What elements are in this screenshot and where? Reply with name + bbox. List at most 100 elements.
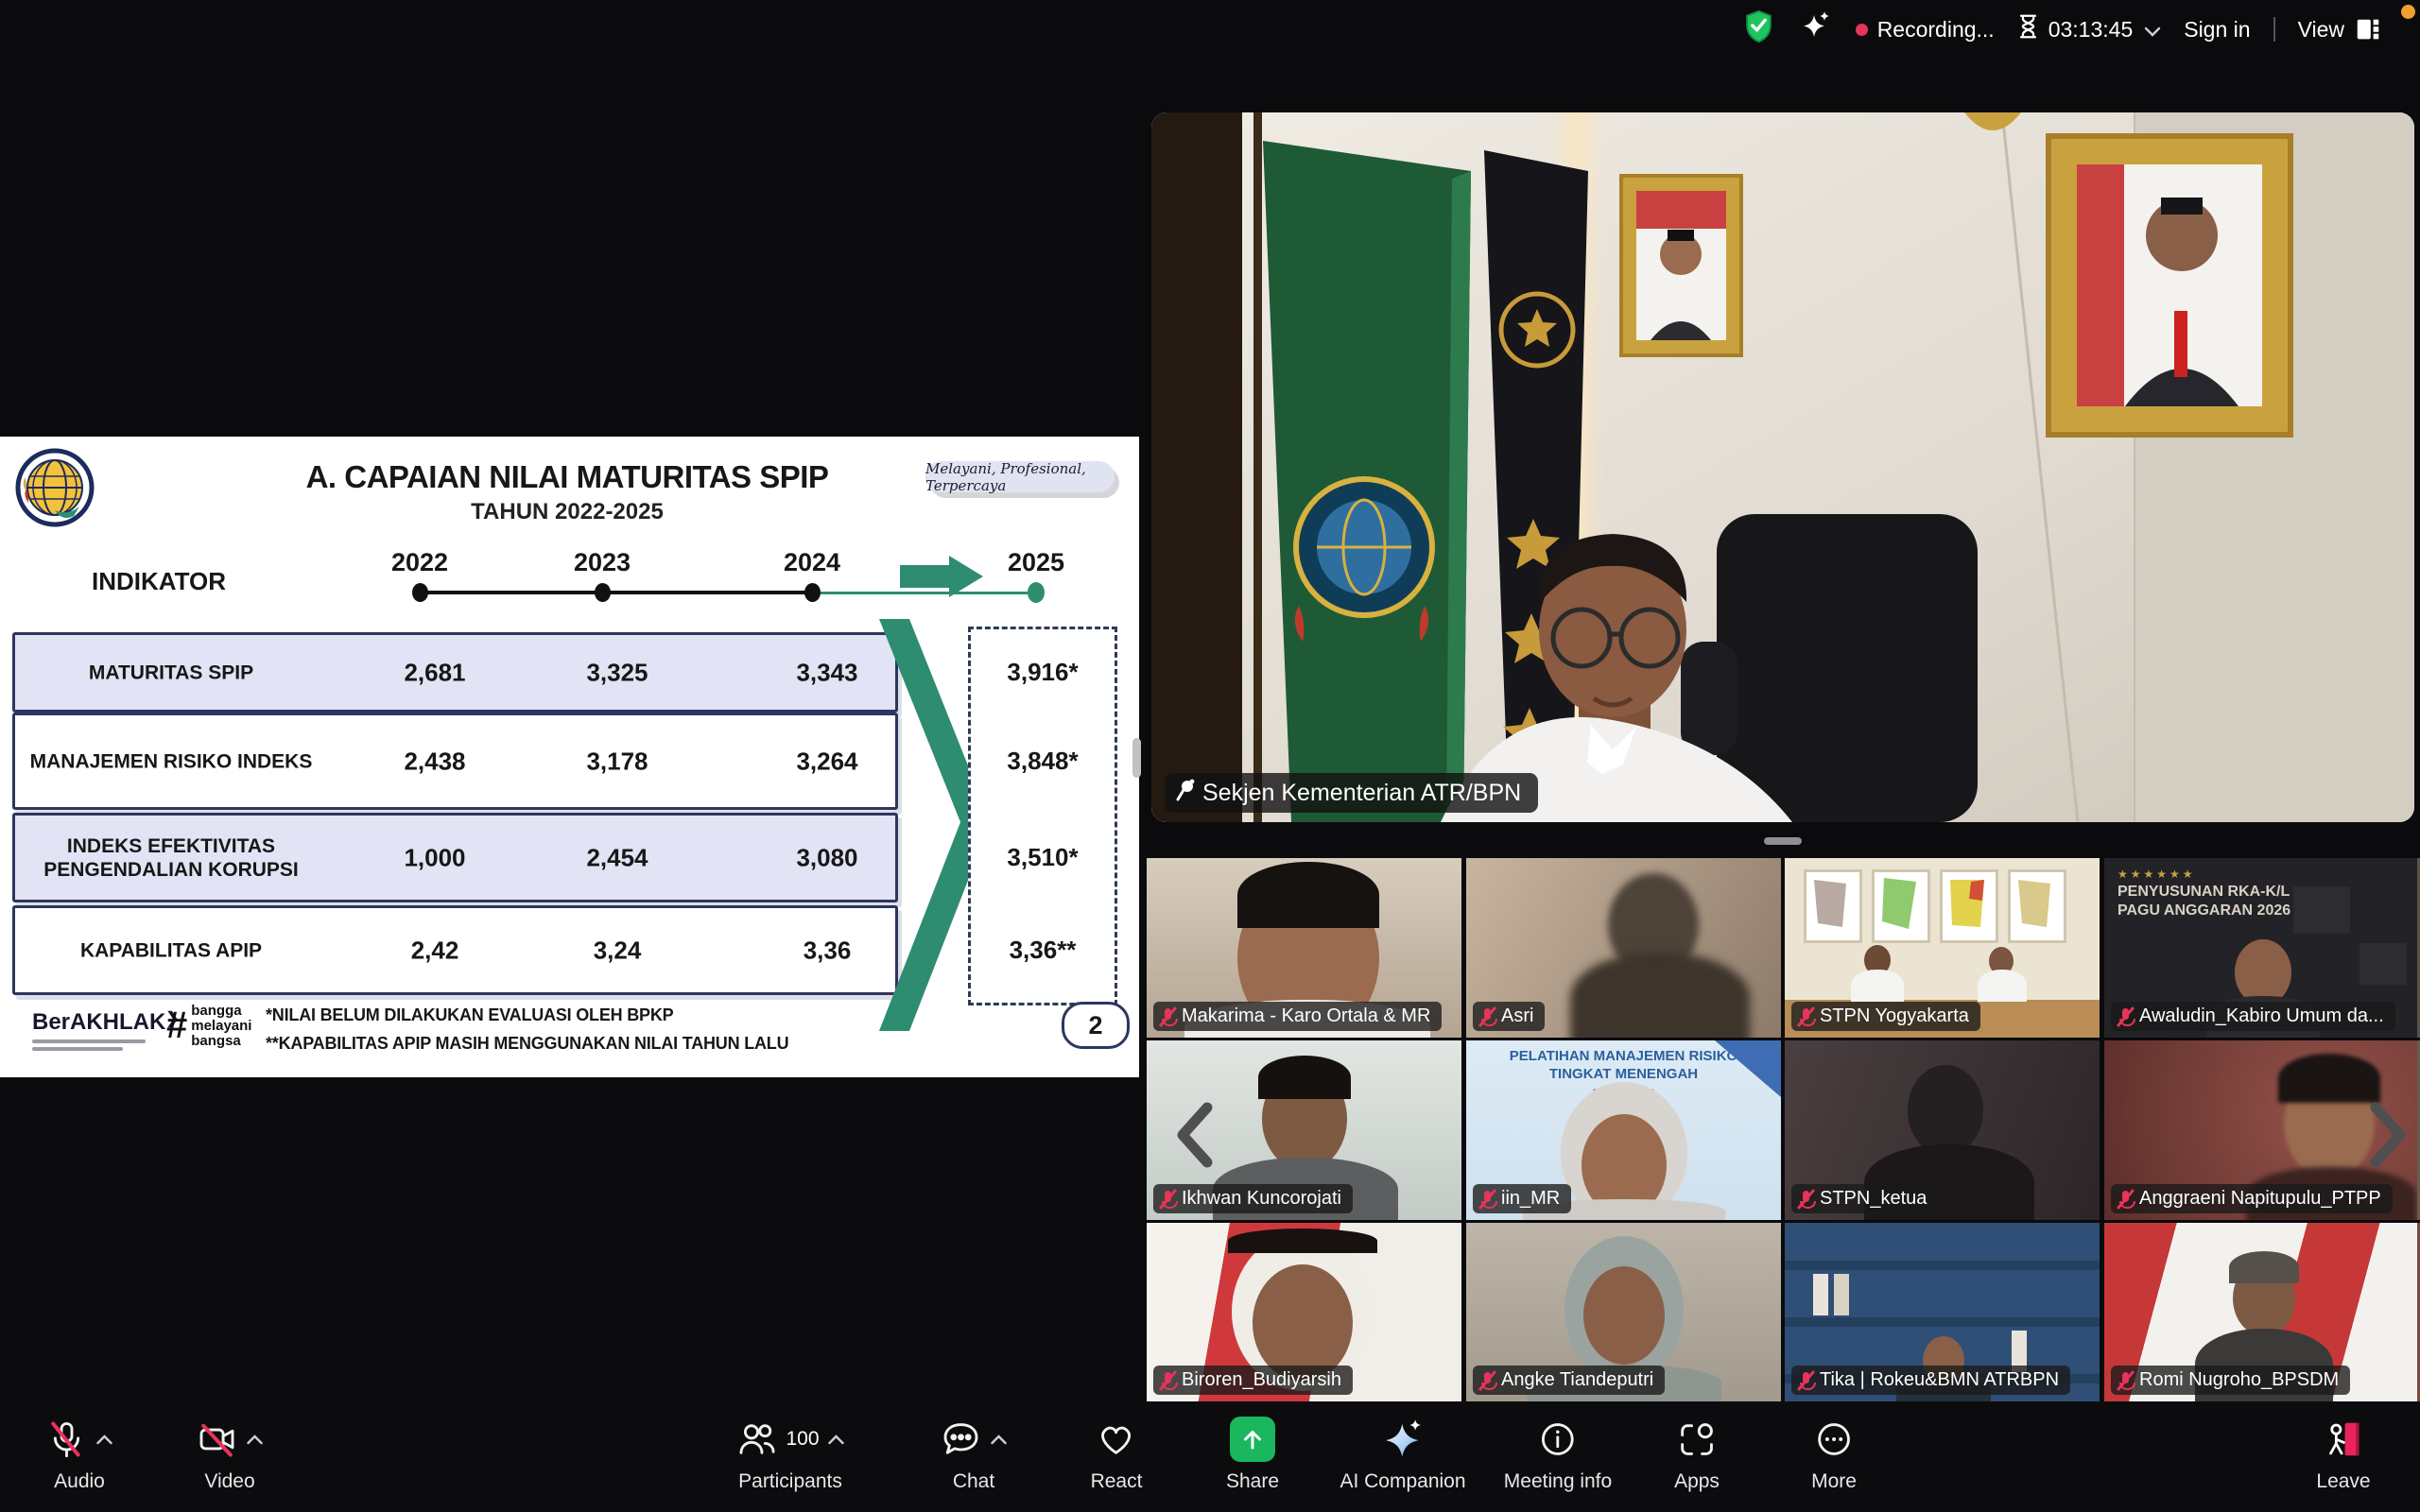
bangga-line: melayani bbox=[191, 1019, 251, 1034]
cell-value-2025: 3,916* bbox=[971, 658, 1115, 687]
leave-icon bbox=[2322, 1418, 2365, 1461]
chevron-up-icon[interactable] bbox=[991, 1435, 1008, 1445]
mic-muted-icon bbox=[2118, 1189, 2133, 1210]
view-label: View bbox=[2298, 17, 2344, 43]
ai-companion-icon bbox=[1381, 1418, 1425, 1461]
meeting-info-button[interactable]: Meeting info bbox=[1504, 1417, 1612, 1493]
participant-name-plate: Tika | Rokeu&BMN ATRBPN bbox=[1791, 1366, 2070, 1395]
react-button[interactable]: React bbox=[1091, 1417, 1143, 1493]
camera-muted-icon bbox=[197, 1418, 238, 1460]
ai-companion-button[interactable]: AI Companion bbox=[1340, 1417, 1465, 1493]
berakhlak-tagline-bar bbox=[32, 1040, 146, 1043]
participant-tile[interactable]: STPN_ketua bbox=[1785, 1040, 2100, 1220]
info-icon bbox=[1537, 1418, 1579, 1460]
participant-name: iin_MR bbox=[1501, 1188, 1560, 1210]
chevron-up-icon[interactable] bbox=[828, 1435, 845, 1445]
notification-dot bbox=[2401, 5, 2415, 19]
mic-muted-icon bbox=[2118, 1370, 2133, 1391]
thumbnails-drag-handle[interactable] bbox=[1764, 837, 1802, 845]
participant-tile[interactable]: Makarima - Karo Ortala & MR bbox=[1147, 858, 1461, 1038]
cell-value: 2,438 bbox=[369, 747, 501, 776]
arrow-right-icon bbox=[900, 565, 949, 588]
table-row: INDEKS EFEKTIVITAS PENGENDALIAN KORUPSI … bbox=[12, 813, 898, 902]
row-label: MANAJEMEN RISIKO INDEKS bbox=[25, 749, 318, 773]
zoom-meeting-window: Recording... 03:13:45 Sign in View bbox=[0, 0, 2420, 1512]
berakhlak-logo: BerAKHLAK❯ bbox=[32, 1009, 180, 1051]
participant-tile[interactable]: Angke Tiandeputri bbox=[1466, 1223, 1781, 1401]
mic-muted-icon bbox=[1161, 1370, 1175, 1391]
participant-name-plate: Romi Nugroho_BPSDM bbox=[2111, 1366, 2350, 1395]
video-button[interactable]: Video bbox=[197, 1417, 264, 1493]
participants-button[interactable]: 100 Participants bbox=[735, 1417, 844, 1493]
participant-tile[interactable]: PELATIHAN MANAJEMEN RISIKOTINGKAT MENENG… bbox=[1466, 1040, 1781, 1220]
participant-tile[interactable]: Romi Nugroho_BPSDM bbox=[2104, 1223, 2419, 1401]
timeline-dot bbox=[595, 583, 611, 602]
participant-name: Angke Tiandeputri bbox=[1501, 1369, 1653, 1391]
year-2025: 2025 bbox=[979, 548, 1093, 577]
participant-name: STPN_ketua bbox=[1820, 1188, 1927, 1210]
participant-name: Biroren_Budiyarsih bbox=[1182, 1369, 1341, 1391]
row-label: KAPABILITAS APIP bbox=[25, 938, 318, 962]
participant-tile[interactable]: ★★★★★★ PENYUSUNAN RKA-K/LPAGU ANGGARAN 2… bbox=[2104, 858, 2419, 1038]
recording-indicator: Recording... bbox=[1856, 17, 1995, 43]
more-button[interactable]: More bbox=[1811, 1417, 1857, 1493]
cell-value: 3,178 bbox=[551, 747, 683, 776]
chevron-up-icon[interactable] bbox=[96, 1435, 113, 1445]
hourglass-icon bbox=[2017, 13, 2039, 45]
chevron-left-icon[interactable] bbox=[1173, 1102, 1215, 1173]
cell-value: 3,24 bbox=[551, 936, 683, 965]
apps-button[interactable]: Apps bbox=[1674, 1417, 1720, 1493]
slide-title: A. CAPAIAN NILAI MATURITAS SPIP bbox=[95, 459, 1040, 495]
cell-value: 2,681 bbox=[369, 658, 501, 687]
leave-label: Leave bbox=[2316, 1470, 2370, 1493]
participant-name-plate: STPN Yogyakarta bbox=[1791, 1002, 1980, 1031]
participants-icon bbox=[735, 1418, 777, 1460]
recording-dot-icon bbox=[1856, 24, 1868, 36]
participant-name: Makarima - Karo Ortala & MR bbox=[1182, 1005, 1430, 1027]
tile-bg-text: PENYUSUNAN RKA-K/LPAGU ANGGARAN 2026 bbox=[2118, 883, 2290, 920]
participant-tile[interactable]: Asri bbox=[1466, 858, 1781, 1038]
participant-name-plate: Makarima - Karo Ortala & MR bbox=[1153, 1002, 1442, 1031]
page-number-badge: 2 bbox=[1062, 1002, 1130, 1049]
participant-name: Romi Nugroho_BPSDM bbox=[2139, 1369, 2339, 1391]
meeting-timer[interactable]: 03:13:45 bbox=[2017, 13, 2162, 45]
security-shield-icon[interactable] bbox=[1741, 9, 1776, 50]
table-row: KAPABILITAS APIP 2,42 3,24 3,36 bbox=[12, 905, 898, 995]
bangga-melayani-bangsa-logo: # bangga melayani bangsa bbox=[166, 1004, 251, 1048]
berakhlak-label: BerAKHLAK bbox=[32, 1009, 165, 1035]
sign-in-button[interactable]: Sign in bbox=[2184, 17, 2250, 43]
year-2022: 2022 bbox=[363, 548, 476, 577]
more-label: More bbox=[1811, 1470, 1857, 1493]
participant-name: Asri bbox=[1501, 1005, 1533, 1027]
participant-name-plate: Angke Tiandeputri bbox=[1473, 1366, 1665, 1395]
chevron-down-icon[interactable] bbox=[2144, 17, 2161, 43]
meeting-toolbar: Audio Video 100 Participants Chat bbox=[0, 1401, 2420, 1512]
footnote-1: *NILAI BELUM DILAKUKAN EVALUASI OLEH BPK… bbox=[266, 1005, 673, 1025]
view-button[interactable]: View bbox=[2298, 15, 2382, 43]
mic-muted-icon bbox=[1799, 1189, 1813, 1210]
mic-muted-icon bbox=[1799, 1006, 1813, 1027]
menubar: Recording... 03:13:45 Sign in View bbox=[0, 0, 2420, 59]
participant-name: STPN Yogyakarta bbox=[1820, 1005, 1969, 1027]
panel-resize-handle[interactable] bbox=[1132, 738, 1141, 778]
mic-muted-icon bbox=[1480, 1189, 1495, 1210]
leave-button[interactable]: Leave bbox=[2316, 1417, 2370, 1493]
participants-grid: Makarima - Karo Ortala & MR Asri STPN Yo… bbox=[1147, 858, 2420, 1401]
share-button[interactable]: Share bbox=[1226, 1417, 1279, 1493]
meeting-info-label: Meeting info bbox=[1504, 1470, 1612, 1493]
participant-tile[interactable]: Tika | Rokeu&BMN ATRBPN bbox=[1785, 1223, 2100, 1401]
share-label: Share bbox=[1226, 1470, 1279, 1493]
chat-button[interactable]: Chat bbox=[941, 1417, 1008, 1493]
participant-tile[interactable]: STPN Yogyakarta bbox=[1785, 858, 2100, 1038]
audio-button[interactable]: Audio bbox=[46, 1417, 113, 1493]
participant-tile[interactable]: Biroren_Budiyarsih bbox=[1147, 1223, 1461, 1401]
timeline-dot bbox=[804, 583, 821, 602]
participant-name: Anggraeni Napitupulu_PTPP bbox=[2139, 1188, 2381, 1210]
mic-muted-icon bbox=[1161, 1006, 1175, 1027]
participant-name: Tika | Rokeu&BMN ATRBPN bbox=[1820, 1369, 2059, 1391]
share-icon bbox=[1230, 1417, 1275, 1462]
chevron-right-icon[interactable] bbox=[2368, 1102, 2410, 1173]
participant-name-plate: STPN_ketua bbox=[1791, 1184, 1938, 1213]
chevron-up-icon[interactable] bbox=[247, 1435, 264, 1445]
sparkles-icon[interactable] bbox=[1799, 9, 1833, 49]
